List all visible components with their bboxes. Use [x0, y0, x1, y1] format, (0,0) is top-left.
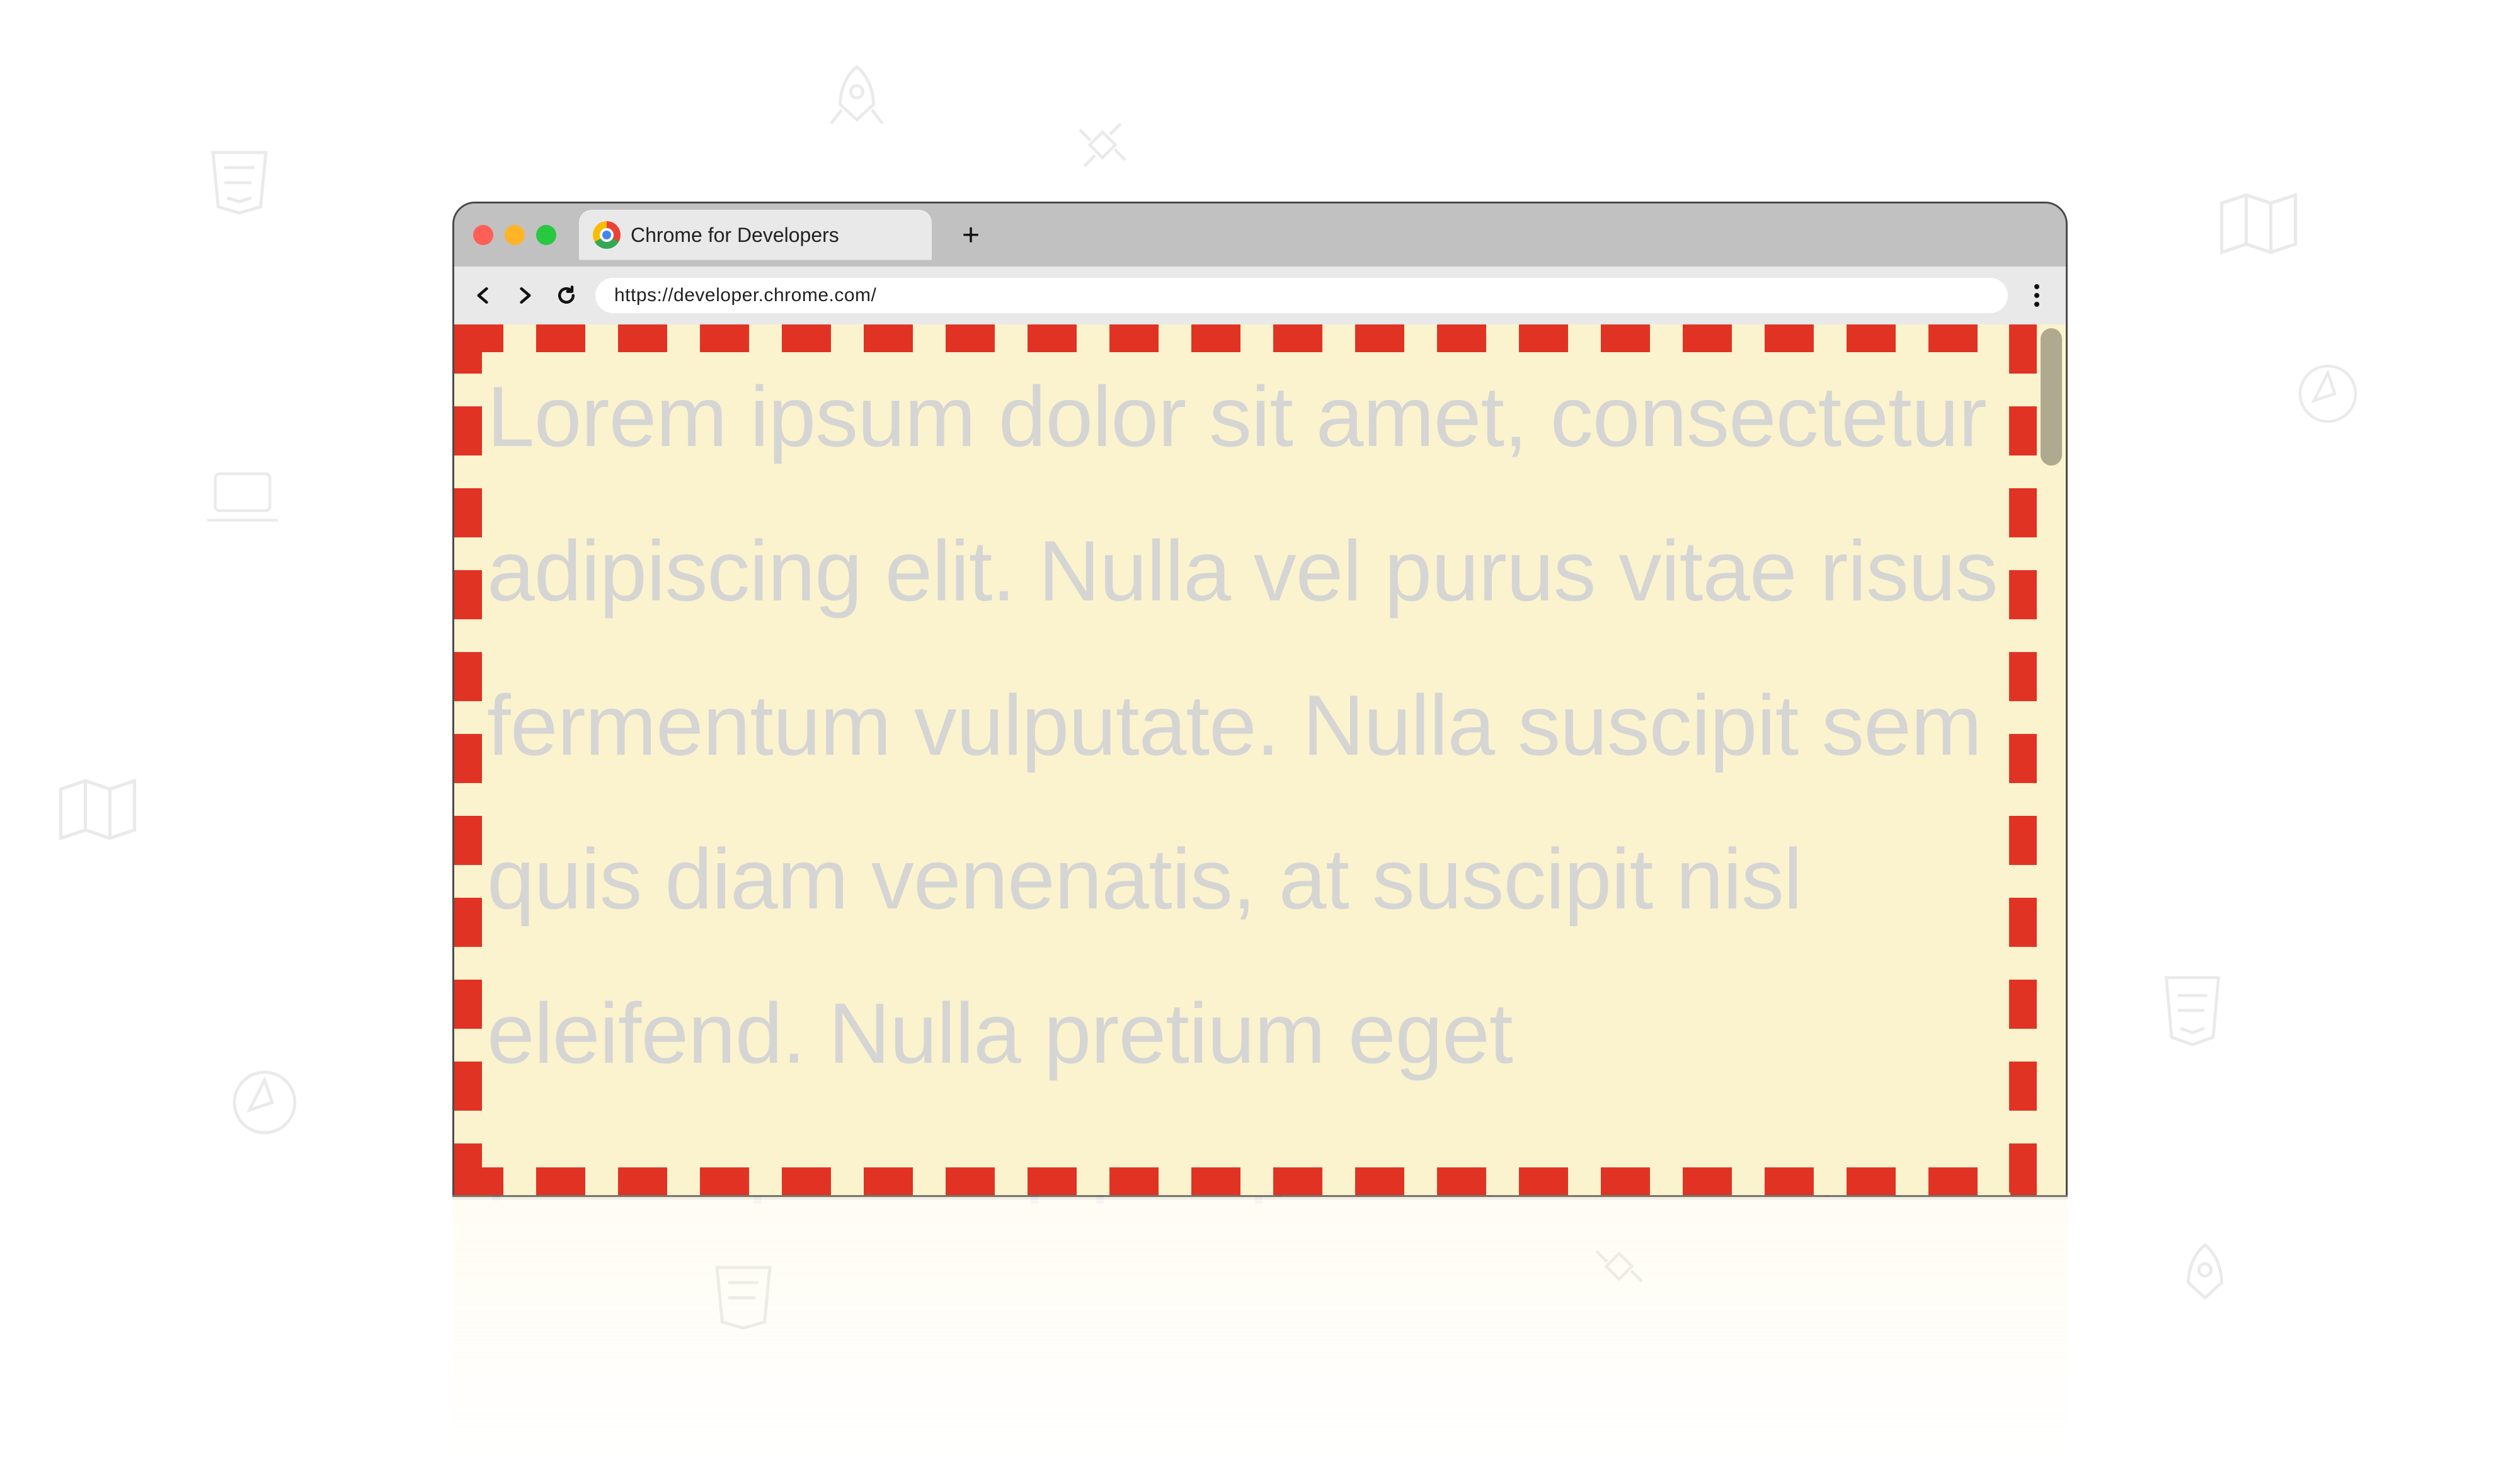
chrome-logo-icon — [593, 221, 621, 249]
tab-strip: Chrome for Developers + — [454, 203, 2066, 266]
new-tab-button[interactable]: + — [956, 220, 986, 250]
browser-menu-button[interactable] — [2024, 284, 2049, 307]
dashed-border-right — [2009, 324, 2037, 1195]
close-window-button[interactable] — [473, 225, 493, 245]
forward-button[interactable] — [512, 283, 537, 308]
scrollbar-thumb[interactable] — [2041, 328, 2062, 466]
reload-icon — [555, 284, 578, 307]
scrollbar[interactable] — [2039, 328, 2062, 1191]
arrow-right-icon — [513, 284, 536, 307]
toolbar: https://developer.chrome.com/ — [454, 266, 2066, 324]
dashed-border-bottom — [454, 1167, 2037, 1195]
maximize-window-button[interactable] — [536, 225, 556, 245]
url-text: https://developer.chrome.com/ — [614, 285, 876, 306]
minimize-window-button[interactable] — [505, 225, 525, 245]
back-button[interactable] — [471, 283, 496, 308]
window-controls — [473, 225, 556, 245]
browser-window: Chrome for Developers + https://develope… — [452, 202, 2068, 1197]
page-body-text-reflection: Lorem ipsum dolor sit amet, consectetur … — [485, 1195, 2007, 1248]
address-bar[interactable]: https://developer.chrome.com/ — [595, 278, 2008, 313]
window-reflection: Lorem ipsum dolor sit amet, consectetur … — [452, 1195, 2068, 1466]
tab-title: Chrome for Developers — [631, 224, 839, 247]
page-viewport: Lorem ipsum dolor sit amet, consectetur … — [454, 324, 2066, 1195]
reload-button[interactable] — [554, 283, 579, 308]
page-body-text: Lorem ipsum dolor sit amet, consectetur … — [487, 340, 2005, 1111]
browser-tab[interactable]: Chrome for Developers — [579, 210, 932, 260]
arrow-left-icon — [472, 284, 495, 307]
dashed-border-left — [454, 324, 482, 1195]
